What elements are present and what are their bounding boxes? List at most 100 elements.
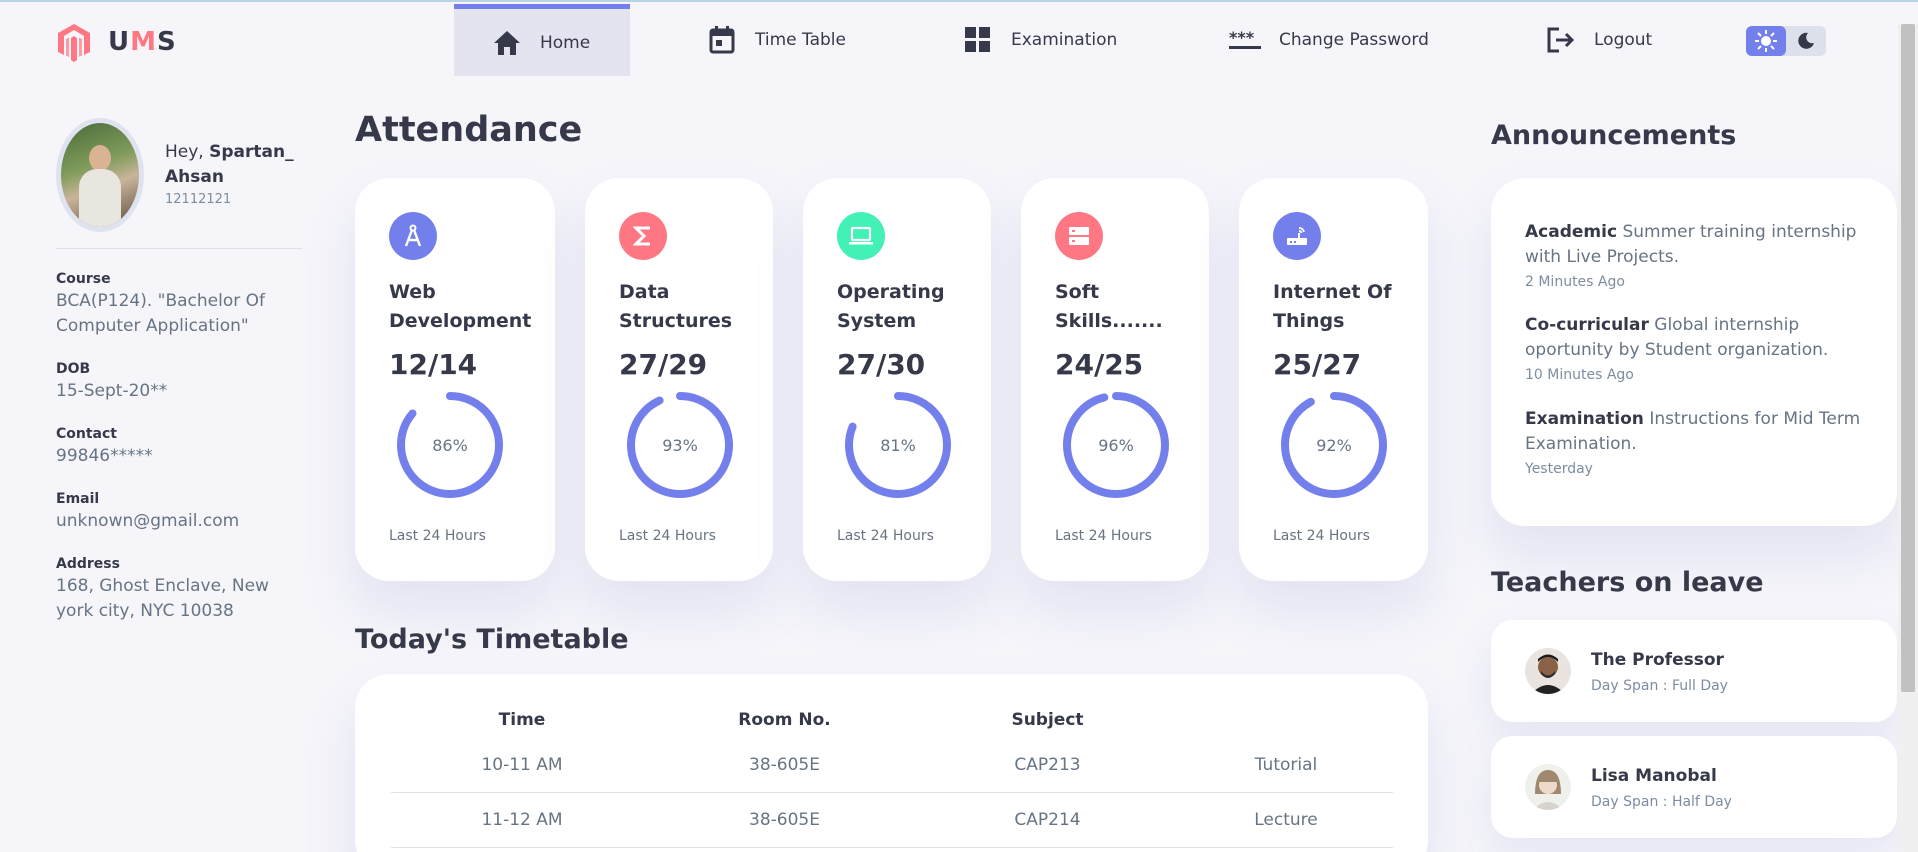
svg-text:***: ***: [1229, 30, 1255, 47]
profile-panel: Hey, Spartan_ Ahsan 12112121 Course BCA(…: [56, 118, 302, 624]
scrollbar-thumb[interactable]: [1901, 24, 1915, 692]
nav-timetable[interactable]: Time Table: [707, 4, 846, 76]
cell-type: Tutorial: [1254, 755, 1318, 775]
router-icon: [1273, 212, 1321, 260]
card-percent: 93%: [662, 435, 698, 455]
username-line1: Spartan_: [209, 142, 294, 162]
announcement-item[interactable]: Co-curricular Global internship oportuni…: [1525, 313, 1865, 383]
card-percent: 96%: [1098, 435, 1134, 455]
cell-type: Lecture: [1254, 810, 1318, 830]
nav-logout[interactable]: Logout: [1546, 4, 1652, 76]
attendance-card-web-development[interactable]: Web Development 12/14 86% Last 24 Hours: [355, 178, 555, 581]
logo[interactable]: UMS: [56, 22, 177, 62]
card-percent: 86%: [432, 435, 468, 455]
attendance-card-internet-of-things[interactable]: Internet Of Things 25/27 92% Last 24 Hou…: [1239, 178, 1428, 581]
dob-label: DOB: [56, 361, 91, 377]
leave-card-the-professor[interactable]: The Professor Day Span : Full Day: [1491, 620, 1897, 722]
teacher-day-span: Day Span : Half Day: [1591, 794, 1732, 810]
logout-icon: [1546, 25, 1576, 55]
card-title: Data Structures: [619, 281, 733, 332]
brand-letter-m: M: [130, 27, 157, 57]
card-fraction: 25/27: [1273, 348, 1362, 381]
nav-change-password[interactable]: *** Change Password: [1229, 4, 1429, 76]
attendance-card-operating-system[interactable]: Operating System 27/30 81% Last 24 Hours: [803, 178, 991, 581]
nav-timetable-label: Time Table: [755, 30, 846, 50]
leave-card-lisa-manobal[interactable]: Lisa Manobal Day Span : Half Day: [1491, 736, 1897, 838]
table-row[interactable]: 11-12 AM 38-605E CAP214 Lecture: [391, 793, 1393, 848]
announcement-time: Yesterday: [1525, 461, 1593, 477]
top-navbar: UMS Home Time Table Examination *** Chan…: [0, 4, 1918, 78]
card-title: Web Development: [389, 281, 532, 332]
contact-info: Contact 99846*****: [56, 426, 302, 469]
attendance-heading: Attendance: [355, 110, 583, 150]
laptop-icon: [837, 212, 885, 260]
attendance-card-soft-skills[interactable]: Soft Skills....... 24/25 96% Last 24 Hou…: [1021, 178, 1209, 581]
dob-value: 15-Sept-20**: [56, 381, 168, 401]
greeting: Hey, Spartan_ Ahsan: [165, 140, 294, 190]
course-info: Course BCA(P124). "Bachelor Of Computer …: [56, 271, 302, 339]
address-info: Address 168, Ghost Enclave, New york cit…: [56, 556, 302, 624]
card-fraction: 24/25: [1055, 348, 1144, 381]
announcement-item[interactable]: Academic Summer training internship with…: [1525, 220, 1865, 290]
card-footer: Last 24 Hours: [837, 528, 934, 544]
theme-toggle[interactable]: [1746, 26, 1826, 56]
sigma-icon: [619, 212, 667, 260]
compass-icon: [389, 212, 437, 260]
card-fraction: 27/29: [619, 348, 708, 381]
course-label: Course: [56, 271, 111, 287]
card-title: Soft Skills.......: [1055, 281, 1163, 332]
card-fraction: 12/14: [389, 348, 478, 381]
table-row[interactable]: 10-11 AM 38-605E CAP213 Tutorial: [391, 738, 1393, 793]
timetable-header-row: Time Room No. Subject: [391, 710, 1393, 730]
nav-examination-label: Examination: [1011, 30, 1118, 50]
announcement-time: 2 Minutes Ago: [1525, 274, 1625, 290]
contact-value: 99846*****: [56, 446, 153, 466]
teacher-avatar: [1525, 648, 1571, 694]
announcement-category: Academic: [1525, 222, 1618, 242]
calendar-icon: [707, 25, 737, 55]
profile-photo: [61, 123, 139, 227]
card-title: Operating System: [837, 281, 945, 332]
card-percent: 81%: [880, 435, 916, 455]
teacher-name: The Professor: [1591, 650, 1724, 670]
page-scrollbar[interactable]: [1898, 24, 1918, 852]
announcements-card: Academic Summer training internship with…: [1491, 178, 1897, 526]
card-footer: Last 24 Hours: [1273, 528, 1370, 544]
announcements-heading: Announcements: [1491, 120, 1737, 151]
cell-time: 11-12 AM: [481, 810, 563, 830]
home-icon: [492, 28, 522, 58]
server-icon: [1055, 212, 1103, 260]
registration-number: 12112121: [165, 192, 232, 207]
brand-letter-s: S: [157, 27, 177, 57]
teachers-on-leave-heading: Teachers on leave: [1491, 567, 1764, 598]
grid-icon: [963, 25, 993, 55]
greeting-prefix: Hey,: [165, 142, 204, 162]
moon-icon[interactable]: [1786, 26, 1826, 56]
address-label: Address: [56, 556, 120, 572]
address-value: 168, Ghost Enclave, New york city, NYC 1…: [56, 576, 269, 621]
announcement-item[interactable]: Examination Instructions for Mid Term Ex…: [1525, 407, 1865, 477]
teacher-avatar: [1525, 764, 1571, 810]
timetable-heading: Today's Timetable: [355, 624, 629, 655]
brand-logo-icon: [58, 24, 90, 62]
announcement-category: Co-curricular: [1525, 315, 1649, 335]
sun-icon[interactable]: [1746, 26, 1786, 56]
nav-home[interactable]: Home: [454, 4, 630, 76]
email-info: Email unknown@gmail.com: [56, 491, 302, 534]
nav-change-password-label: Change Password: [1279, 30, 1429, 50]
cell-subject: CAP214: [1014, 810, 1081, 830]
nav-home-label: Home: [540, 32, 591, 53]
contact-label: Contact: [56, 426, 117, 442]
announcement-time: 10 Minutes Ago: [1525, 367, 1634, 383]
cell-subject: CAP213: [1014, 755, 1081, 775]
email-value: unknown@gmail.com: [56, 511, 240, 531]
nav-examination[interactable]: Examination: [963, 4, 1117, 76]
column-header-room: Room No.: [738, 710, 831, 730]
nav-logout-label: Logout: [1594, 30, 1653, 50]
card-percent: 92%: [1316, 435, 1352, 455]
brand-name: UMS: [108, 27, 177, 57]
attendance-card-data-structures[interactable]: Data Structures 27/29 93% Last 24 Hours: [585, 178, 773, 581]
timetable-card: Time Room No. Subject 10-11 AM 38-605E C…: [355, 674, 1428, 852]
teacher-name: Lisa Manobal: [1591, 766, 1717, 786]
card-footer: Last 24 Hours: [1055, 528, 1152, 544]
